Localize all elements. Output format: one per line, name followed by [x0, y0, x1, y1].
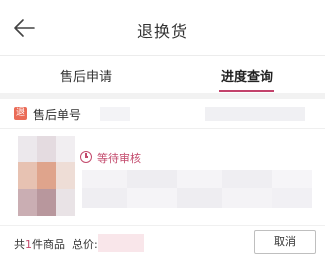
tab-progress-query[interactable]: 进度查询	[221, 66, 273, 85]
summary-suffix: 件商品	[32, 238, 65, 251]
total-label: 总价:	[72, 238, 98, 251]
top-bar: 退换货	[0, 0, 325, 56]
cancel-button[interactable]: 取消	[254, 230, 316, 254]
order-number-label: 售后单号	[33, 108, 82, 122]
status-text: 等待审核	[97, 152, 141, 165]
product-thumbnail	[18, 136, 75, 216]
tab-after-sales-apply[interactable]: 售后申请	[60, 66, 112, 85]
total-price-redacted	[98, 234, 144, 252]
summary-prefix: 共	[14, 238, 25, 251]
active-tab-indicator	[219, 90, 274, 92]
tab-bar: 售后申请 进度查询	[0, 57, 325, 93]
clock-icon	[80, 151, 92, 163]
order-date-redacted	[205, 107, 305, 121]
footer-divider	[0, 225, 325, 226]
page-title: 退换货	[136, 22, 188, 41]
return-badge-icon: 退	[14, 107, 27, 120]
order-summary: 共1件商品 总价:	[14, 236, 98, 252]
product-item[interactable]: 等待审核	[0, 130, 325, 225]
item-count: 1	[25, 238, 32, 251]
product-description-redacted	[82, 170, 312, 210]
order-number-row: 退 售后单号	[0, 99, 325, 129]
order-number-redacted	[100, 107, 130, 121]
